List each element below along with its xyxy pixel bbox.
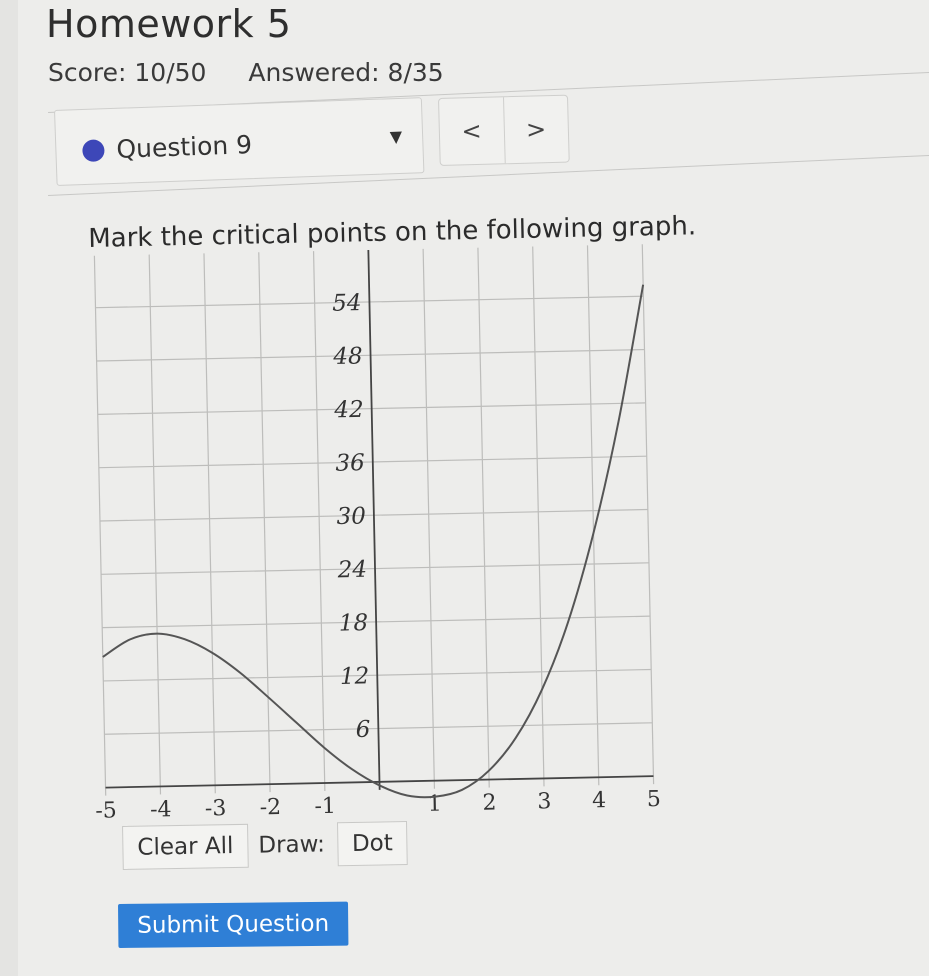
grid-line xyxy=(258,252,271,793)
grid-line xyxy=(203,253,216,794)
x-tick-label: 2 xyxy=(482,790,497,815)
x-tick-label: -4 xyxy=(150,797,172,822)
y-tick-label: 36 xyxy=(335,450,365,477)
y-tick-label: 12 xyxy=(340,663,370,690)
x-tick-label: 3 xyxy=(537,789,552,814)
x-tick-label: 4 xyxy=(592,788,607,813)
grid-line xyxy=(641,244,655,785)
y-tick-label: 48 xyxy=(332,343,363,370)
grid-line xyxy=(148,254,162,795)
draw-label: Draw: xyxy=(258,831,326,859)
dot-tool-button[interactable]: Dot xyxy=(336,821,409,867)
x-tick-label: -1 xyxy=(314,794,336,819)
x-tick-label: -3 xyxy=(205,796,227,821)
y-tick-label: 6 xyxy=(355,717,370,743)
y-tick-label: 18 xyxy=(339,610,369,637)
x-tick-label: 5 xyxy=(647,787,662,812)
grid-line xyxy=(477,247,490,788)
x-tick-label: -5 xyxy=(95,798,117,823)
x-tick-label: -2 xyxy=(259,795,281,820)
y-tick-label: 30 xyxy=(336,503,366,530)
y-tick-label: 42 xyxy=(333,397,364,424)
grid-line xyxy=(93,255,107,796)
clear-all-button[interactable]: Clear All xyxy=(122,823,249,870)
submit-question-button[interactable]: Submit Question xyxy=(118,901,349,948)
grid-line xyxy=(422,248,436,789)
y-axis xyxy=(367,249,381,790)
y-tick-label: 24 xyxy=(336,557,367,584)
y-tick-label: 54 xyxy=(332,290,362,317)
grid-line xyxy=(312,251,326,792)
graph-tools: Clear All Draw: Dot xyxy=(122,819,409,872)
